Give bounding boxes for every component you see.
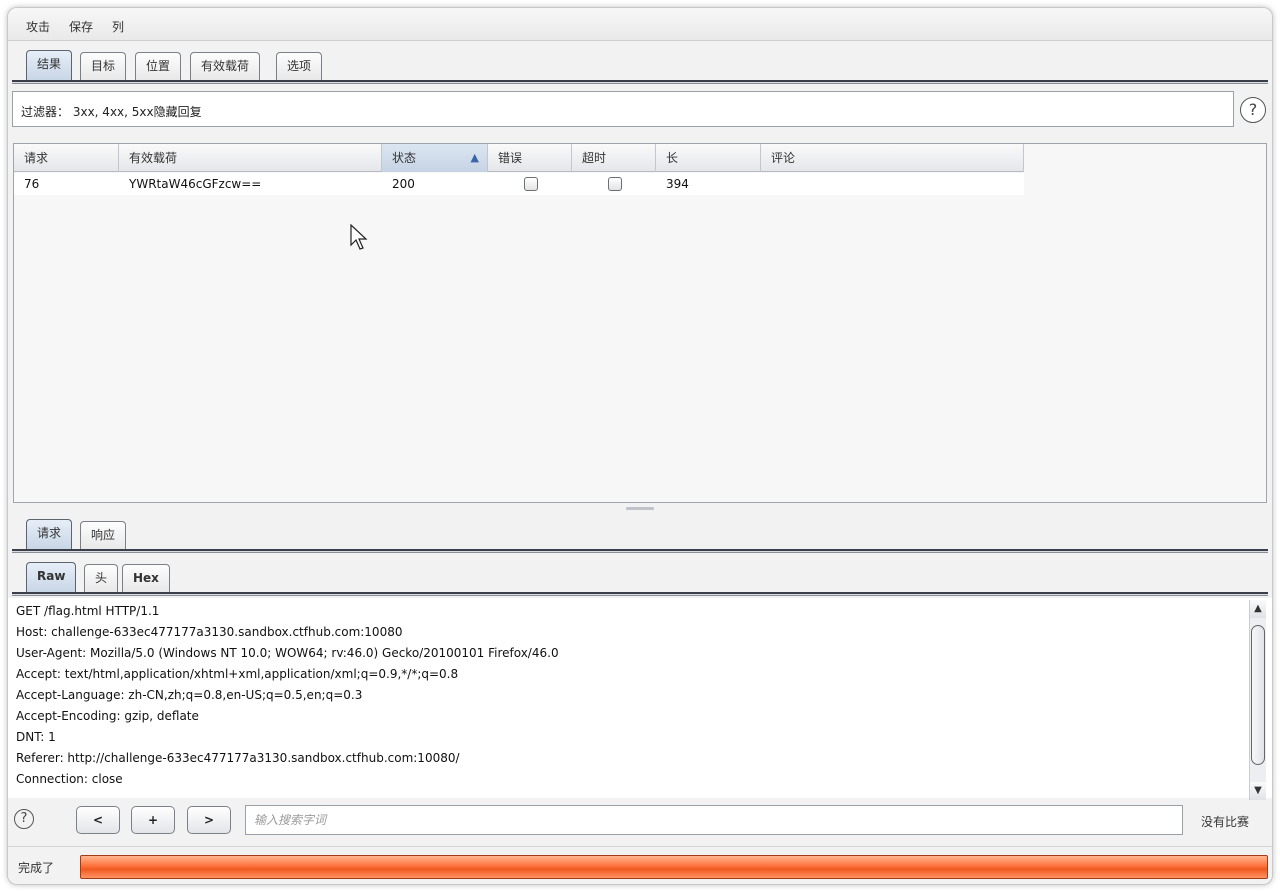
filter-bar[interactable]: 过滤器： 3xx, 4xx, 5xx隐藏回复 [12,91,1234,127]
status-text: 完成了 [18,861,55,875]
tab-payloads[interactable]: 有效载荷 [190,52,261,80]
previous-match-button[interactable]: < [76,806,120,834]
column-header-error[interactable]: 错误 [488,144,572,172]
pane-splitter-handle[interactable] [626,507,654,510]
tab-positions[interactable]: 位置 [135,52,182,80]
tab-target[interactable]: 目标 [80,52,127,80]
results-table: 请求 有效载荷 状态 ▲ 错误 超时 长 评论 76 YWRtaW46cGFzc… [13,143,1267,503]
search-bar: ? < + > 没有比赛 [8,800,1272,840]
sort-ascending-icon: ▲ [470,151,479,164]
column-header-status-label: 状态 [392,151,417,165]
cell-payload: YWRtaW46cGFzcw== [129,177,262,191]
column-header-request[interactable]: 请求 [14,144,119,172]
tab-divider [12,592,1268,596]
menu-save[interactable]: 保存 [69,18,93,35]
main-tab-bar: 结果 目标 位置 有效载荷 选项 [8,46,1272,84]
scroll-down-icon[interactable]: ▼ [1250,782,1266,800]
column-header-timeout[interactable]: 超时 [572,144,656,172]
request-line: Connection: close [16,772,123,786]
tab-divider [12,549,1268,553]
column-header-comment[interactable]: 评论 [761,144,1024,172]
mouse-cursor-icon [350,224,368,250]
status-bar: 完成了 [8,846,1272,884]
tab-divider [12,80,1268,84]
menu-bar: 攻击 保存 列 [8,8,1272,41]
search-input[interactable] [245,805,1183,835]
cell-timeout-checkbox[interactable] [608,177,622,191]
progress-bar [80,855,1268,879]
cell-request: 76 [24,177,40,191]
column-header-length[interactable]: 长 [656,144,761,172]
add-search-button[interactable]: + [131,806,175,834]
vertical-scrollbar[interactable]: ▲ ▼ [1249,600,1266,800]
scroll-up-icon[interactable]: ▲ [1250,600,1266,618]
raw-request-editor[interactable]: GET /flag.html HTTP/1.1 Host: challenge-… [8,598,1272,798]
help-icon[interactable]: ? [14,809,34,829]
tab-headers[interactable]: 头 [84,564,119,592]
tab-hex[interactable]: Hex [122,564,170,592]
tab-raw[interactable]: Raw [26,562,77,592]
tab-results[interactable]: 结果 [26,50,73,80]
request-line: Accept-Encoding: gzip, deflate [16,709,199,723]
intruder-attack-window: 攻击 保存 列 结果 目标 位置 有效载荷 选项 过滤器： 3xx, 4xx, … [7,7,1273,885]
filter-text: 3xx, 4xx, 5xx隐藏回复 [72,105,202,119]
table-header: 请求 有效载荷 状态 ▲ 错误 超时 长 评论 [14,144,1024,172]
view-tab-bar: Raw 头 Hex [8,558,1272,596]
next-match-button[interactable]: > [187,806,231,834]
request-line: User-Agent: Mozilla/5.0 (Windows NT 10.0… [16,646,559,660]
request-line: Accept-Language: zh-CN,zh;q=0.8,en-US;q=… [16,688,363,702]
request-line: GET /flag.html HTTP/1.1 [16,604,160,618]
cell-length: 394 [666,177,689,191]
detail-tab-bar: 请求 响应 [8,515,1272,553]
request-line: Host: challenge-633ec477177a3130.sandbox… [16,625,403,639]
request-line: Referer: http://challenge-633ec477177a31… [16,751,460,765]
filter-label: 过滤器： 3xx, 4xx, 5xx隐藏回复 [21,105,202,119]
help-icon[interactable]: ? [1240,97,1266,123]
tab-request[interactable]: 请求 [26,519,73,549]
column-header-status[interactable]: 状态 ▲ [382,144,488,172]
cell-error-checkbox[interactable] [524,177,538,191]
request-line: Accept: text/html,application/xhtml+xml,… [16,667,459,681]
scrollbar-thumb[interactable] [1251,625,1265,765]
cell-comment [766,173,771,195]
menu-attack[interactable]: 攻击 [26,18,50,35]
column-header-payload[interactable]: 有效载荷 [119,144,382,172]
table-row[interactable]: 76 YWRtaW46cGFzcw== 200 394 [14,173,1024,195]
menu-columns[interactable]: 列 [112,18,124,35]
tab-options[interactable]: 选项 [276,52,323,80]
cell-status: 200 [392,177,415,191]
tab-response[interactable]: 响应 [80,521,127,549]
request-line: DNT: 1 [16,730,56,744]
match-count: 没有比赛 [1201,815,1250,829]
